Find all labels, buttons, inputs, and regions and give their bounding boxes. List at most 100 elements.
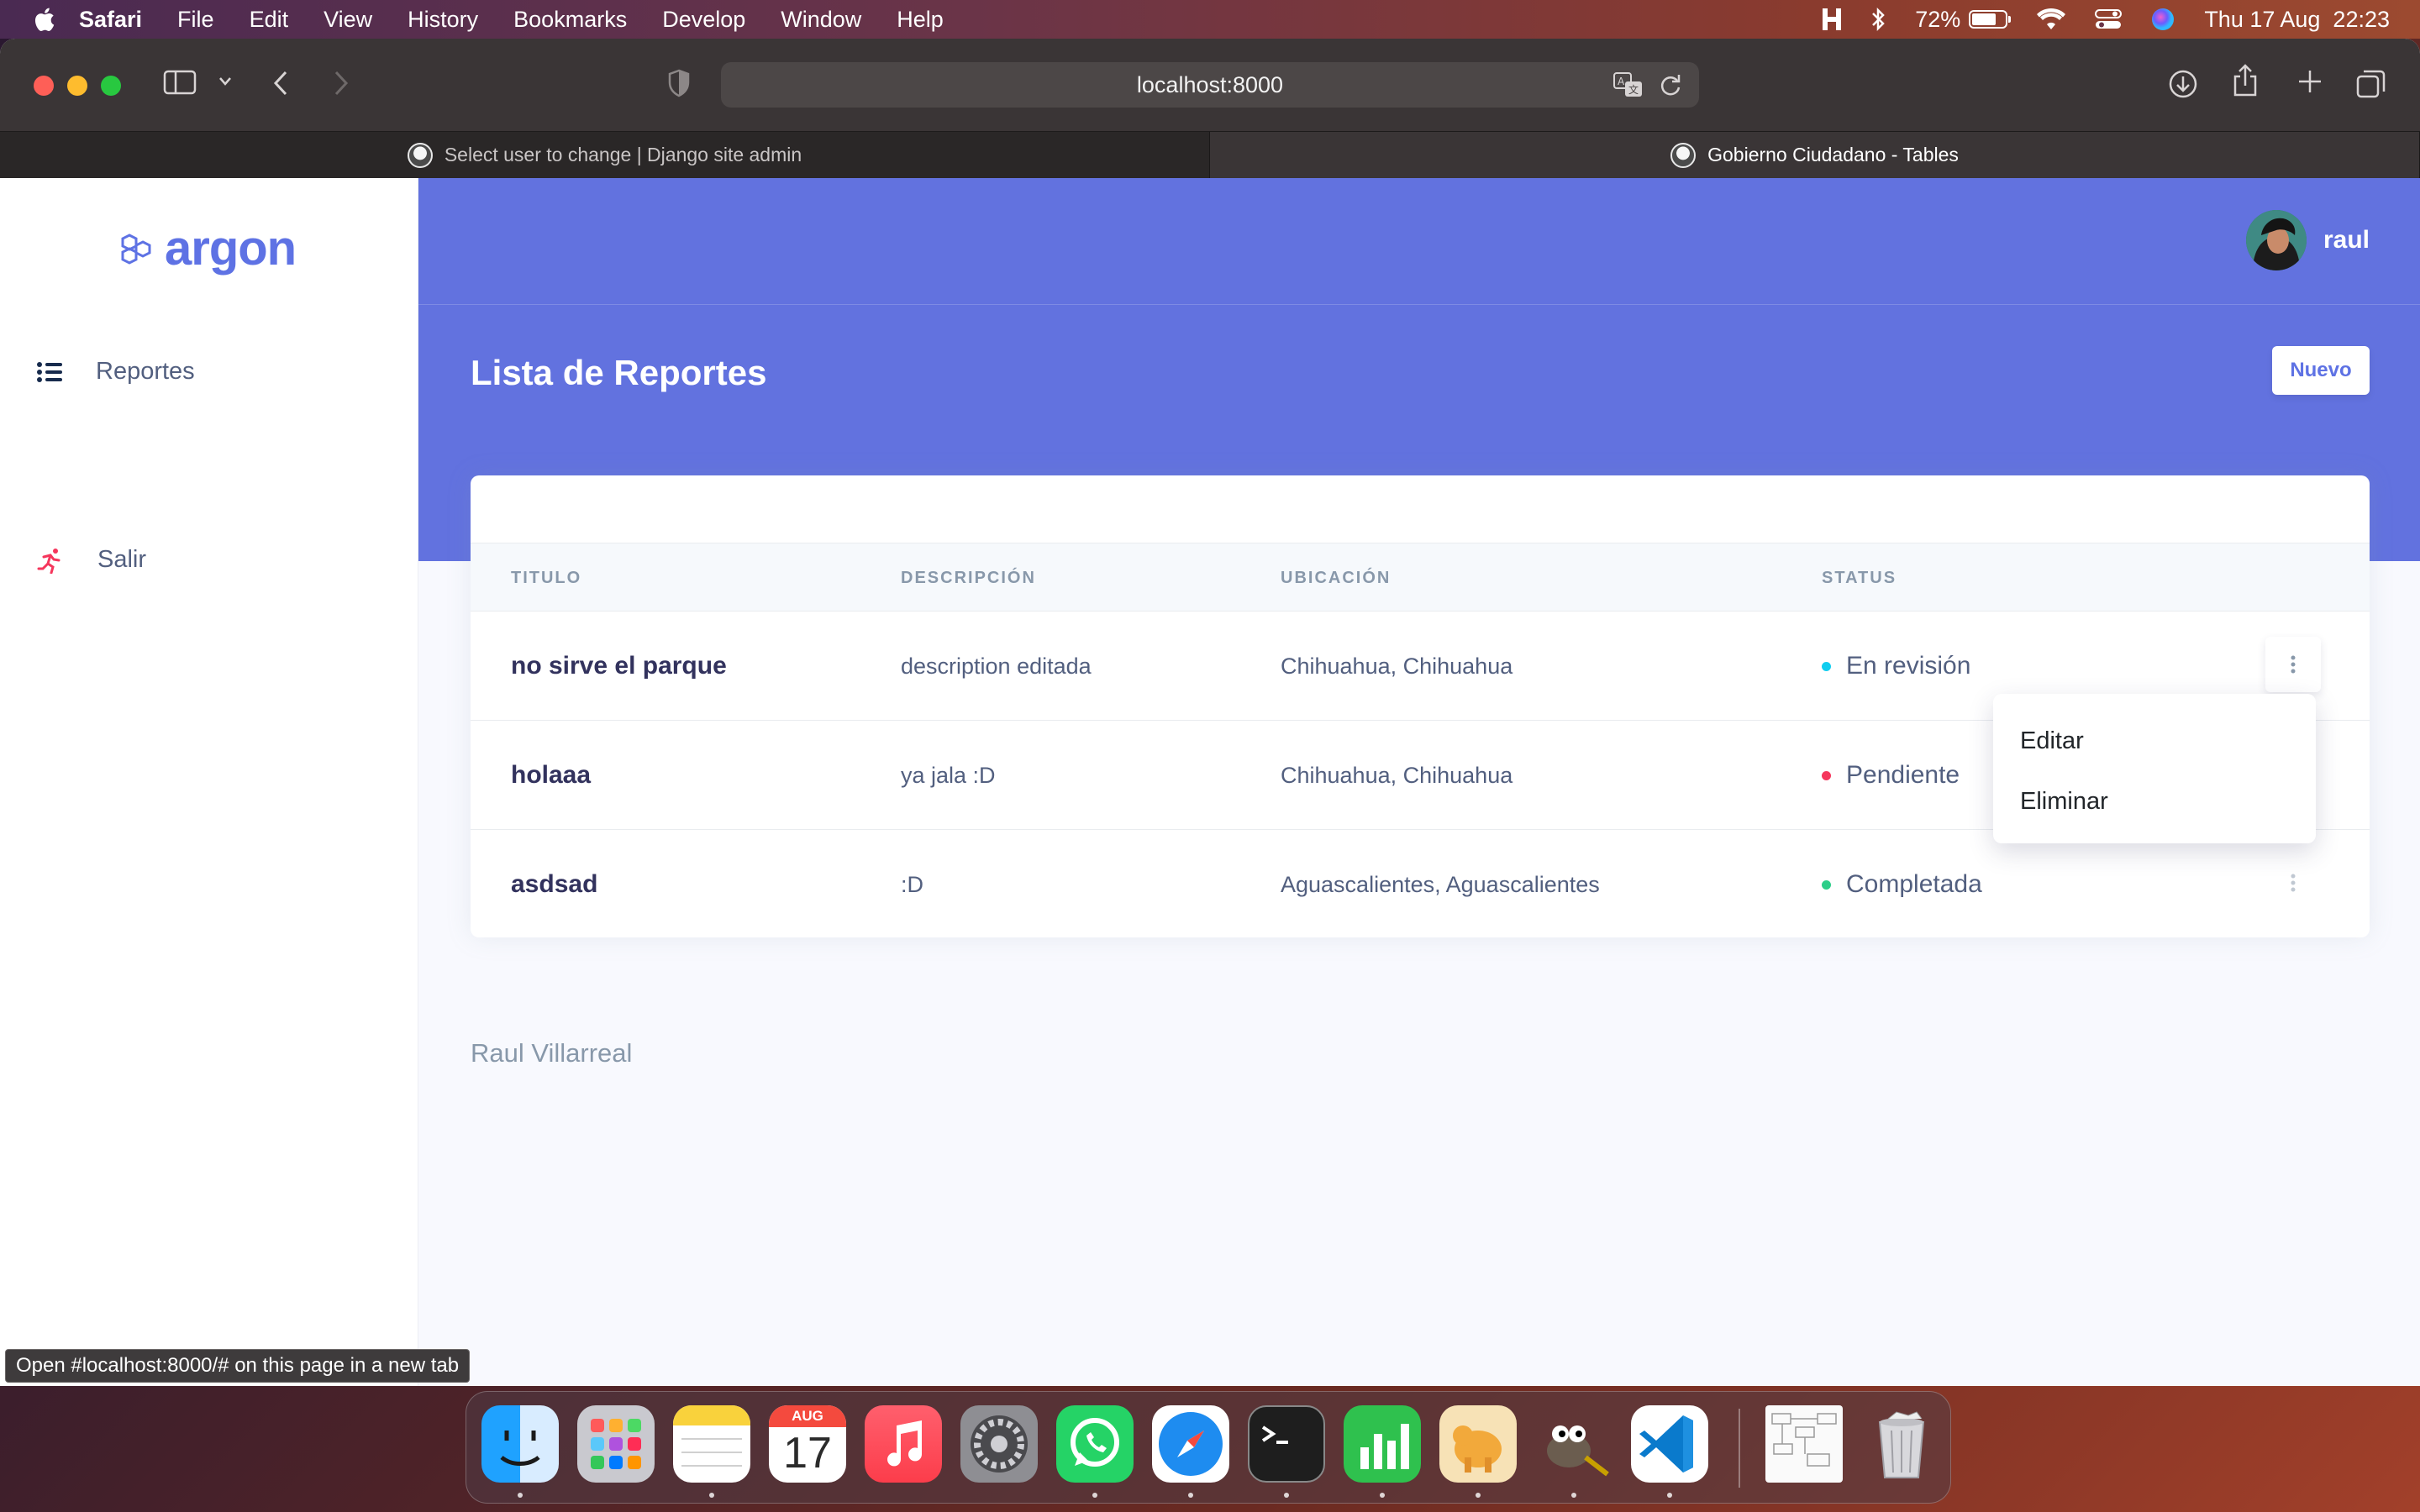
tab-django-admin[interactable]: Select user to change | Django site admi… (0, 132, 1210, 178)
menu-bar: Safari File Edit View History Bookmarks … (0, 0, 2420, 39)
close-window-button[interactable] (34, 76, 54, 96)
dock: AUG 17 (466, 1391, 1951, 1504)
h-app-icon[interactable] (1821, 7, 1843, 32)
music-icon[interactable] (865, 1405, 942, 1483)
status-label: Pendiente (1846, 761, 1960, 789)
column-header-ubicacion: UBICACIÓN (1281, 569, 1392, 587)
notes-icon[interactable] (673, 1405, 750, 1483)
row-location: Chihuahua, Chihuahua (1281, 763, 1513, 788)
status-dot (1822, 661, 1831, 671)
numbers-icon[interactable] (1344, 1405, 1421, 1483)
tab-overview-icon[interactable] (2356, 69, 2386, 99)
web-page: argon Reportes Salir raul Lista de Repor… (0, 178, 2420, 1386)
calendar-icon[interactable]: AUG 17 (769, 1405, 846, 1483)
status-label: Completada (1846, 870, 1982, 898)
column-header-status: STATUS (1822, 569, 1897, 587)
privacy-shield-icon[interactable] (667, 69, 691, 97)
row-actions-button[interactable] (2265, 855, 2321, 911)
terminal-icon[interactable] (1248, 1405, 1325, 1483)
reload-icon[interactable] (1659, 72, 1682, 97)
row-location: Chihuahua, Chihuahua (1281, 654, 1513, 679)
back-icon[interactable] (271, 69, 291, 97)
sidebar-item-label: Salir (97, 546, 147, 573)
share-icon[interactable] (2232, 64, 2259, 97)
brand-name: argon (165, 221, 297, 276)
address-bar[interactable]: localhost:8000 A文 (721, 62, 1699, 108)
apple-icon[interactable] (32, 6, 55, 33)
safari-icon[interactable] (1152, 1405, 1229, 1483)
calendar-month: AUG (769, 1405, 846, 1427)
menu-develop[interactable]: Develop (662, 7, 745, 33)
document-preview-icon[interactable] (1765, 1405, 1843, 1483)
table-row: asdsad :D Aguascalientes, Aguascalientes… (471, 830, 2370, 937)
siri-icon[interactable] (2150, 7, 2175, 32)
finder-icon[interactable] (481, 1405, 559, 1483)
dropdown-item-editar[interactable]: Editar (1993, 711, 2316, 771)
row-status: En revisión (1822, 652, 1970, 680)
row-actions-button[interactable] (2265, 637, 2321, 692)
more-vertical-icon (2291, 655, 2296, 674)
row-description: description editada (901, 654, 1092, 679)
vscode-icon[interactable] (1631, 1405, 1708, 1483)
control-center-icon[interactable] (2095, 8, 2123, 30)
column-header-descripcion: DESCRIPCIÓN (901, 569, 1036, 587)
argon-logo-icon (121, 233, 151, 265)
menubar-clock[interactable]: Thu 17 Aug 22:23 (2204, 7, 2390, 33)
safari-toolbar: localhost:8000 A文 (0, 39, 2420, 131)
system-settings-icon[interactable] (960, 1405, 1038, 1483)
new-tab-icon[interactable] (2297, 69, 2323, 94)
launchpad-icon[interactable] (577, 1405, 655, 1483)
menu-history[interactable]: History (408, 7, 478, 33)
user-menu[interactable]: raul (2245, 210, 2370, 270)
battery-icon (1969, 10, 2012, 29)
column-header-titulo: TITULO (511, 569, 582, 587)
status-label: En revisión (1846, 652, 1971, 680)
svg-text:A: A (1618, 76, 1625, 87)
gimp-icon[interactable] (1535, 1405, 1612, 1483)
tab-title: Select user to change | Django site admi… (444, 144, 802, 165)
dropdown-item-eliminar[interactable]: Eliminar (1993, 771, 2316, 832)
status-dot (1822, 879, 1831, 890)
battery-percent: 72% (1915, 6, 1961, 32)
whatsapp-icon[interactable] (1056, 1405, 1134, 1483)
tab-title: Gobierno Ciudadano - Tables (1707, 144, 1959, 165)
menu-bookmarks[interactable]: Bookmarks (513, 7, 627, 33)
battery-status[interactable]: 72% (1915, 6, 2012, 33)
translate-icon[interactable]: A文 (1613, 72, 1644, 97)
header-divider (418, 304, 2420, 305)
list-icon (37, 361, 62, 382)
trash-icon[interactable] (1863, 1405, 1940, 1483)
row-description: :D (901, 872, 923, 897)
forward-icon[interactable] (331, 69, 351, 97)
row-status: Pendiente (1822, 761, 1960, 790)
brand-logo[interactable]: argon (118, 220, 297, 276)
new-report-button[interactable]: Nuevo (2272, 346, 2370, 395)
chevron-down-icon[interactable] (218, 76, 232, 87)
sidebar-item-reportes[interactable]: Reportes (37, 358, 195, 386)
row-title: no sirve el parque (511, 652, 727, 680)
sidebar-item-salir[interactable]: Salir (37, 546, 146, 574)
menu-app-name[interactable]: Safari (79, 7, 142, 33)
bluetooth-icon[interactable] (1871, 7, 1886, 32)
argon-favicon-icon (1670, 142, 1697, 168)
menu-view[interactable]: View (324, 7, 372, 33)
zoom-window-button[interactable] (101, 76, 121, 96)
downloads-icon[interactable] (2168, 69, 2198, 99)
tableplus-icon[interactable] (1439, 1405, 1517, 1483)
menu-help[interactable]: Help (897, 7, 944, 33)
user-name: raul (2323, 226, 2370, 254)
avatar (2245, 210, 2307, 270)
menu-file[interactable]: File (177, 7, 214, 33)
wifi-icon[interactable] (2036, 8, 2066, 31)
row-status: Completada (1822, 870, 1982, 899)
minimize-window-button[interactable] (67, 76, 87, 96)
running-person-icon (37, 548, 60, 574)
footer-author[interactable]: Raul Villarreal (471, 1038, 632, 1068)
menu-window[interactable]: Window (781, 7, 861, 33)
sidebar-toggle-icon[interactable] (163, 69, 197, 96)
tab-bar: Select user to change | Django site admi… (0, 131, 2420, 178)
menu-edit[interactable]: Edit (250, 7, 289, 33)
svg-text:文: 文 (1628, 83, 1639, 96)
tab-gobierno-ciudadano[interactable]: Gobierno Ciudadano - Tables (1210, 132, 2420, 178)
safari-window: localhost:8000 A文 Select user to change … (0, 39, 2420, 1386)
